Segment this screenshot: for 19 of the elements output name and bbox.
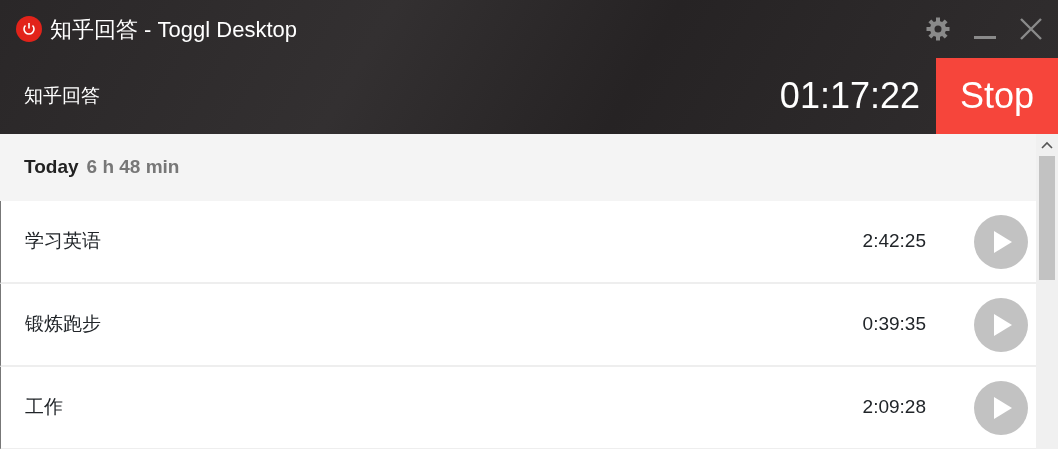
entry-description[interactable]: 学习英语	[25, 227, 101, 256]
window-title: 知乎回答 - Toggl Desktop	[50, 15, 297, 44]
entry-description[interactable]: 锻炼跑步	[25, 310, 101, 339]
timer-duration: 01:17:22	[779, 74, 920, 118]
scrollbar-thumb[interactable]	[1039, 156, 1055, 280]
play-icon	[994, 313, 1012, 336]
stop-button[interactable]: Stop	[936, 58, 1058, 134]
play-icon	[994, 230, 1012, 253]
day-total: 6 h 48 min	[86, 155, 180, 180]
entry-duration: 2:42:25	[862, 229, 926, 254]
entry-description[interactable]: 工作	[25, 393, 63, 422]
day-label: Today	[24, 155, 79, 180]
app-logo-icon	[16, 16, 42, 42]
entry-duration: 0:39:35	[862, 312, 926, 337]
play-icon	[994, 396, 1012, 419]
minimize-icon[interactable]	[974, 36, 996, 40]
close-icon[interactable]	[1020, 18, 1042, 40]
entry-duration: 2:09:28	[862, 395, 926, 420]
timer-description[interactable]: 知乎回答	[24, 81, 100, 111]
